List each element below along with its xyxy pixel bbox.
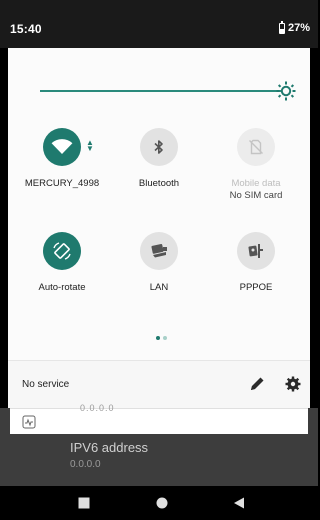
back-button[interactable] [232,496,246,510]
background-card: 0.0.0.0 [10,403,308,434]
status-bar: 15:40 27% [0,0,318,48]
tile-pppoe[interactable]: PPPOE [208,232,304,293]
lan-icon [151,244,167,258]
tile-pppoe-label: PPPOE [239,282,273,293]
tile-auto-rotate-label: Auto-rotate [38,282,86,293]
gear-icon [285,376,301,392]
auto-rotate-icon [53,242,71,260]
battery-percent: 27% [287,22,310,34]
ipv6-label: IPV6 address [70,440,149,455]
wifi-activity-arrows: ▲ ▼ [86,138,94,153]
no-sim-icon [249,139,263,155]
tile-mobile-data-sublabel: No SIM card [229,190,283,201]
tile-bluetooth-label: Bluetooth [138,178,180,189]
brightness-slider[interactable] [40,90,284,92]
recents-button[interactable] [77,496,91,510]
brightness-icon[interactable] [276,81,296,101]
status-right: 27% [278,20,310,34]
tile-mobile-data-label: Mobile data [231,178,281,189]
tile-mobile-data[interactable]: Mobile data No SIM card [208,128,304,201]
pencil-icon [251,377,264,390]
triangle-back-icon [234,497,244,509]
quick-settings-panel: ▲ ▼ MERCURY_4998 Bluetooth Mobile data No… [8,48,310,408]
quick-settings-main: ▲ ▼ MERCURY_4998 Bluetooth Mobile data No… [8,48,310,360]
auto-rotate-toggle[interactable] [43,232,81,270]
ghost-value: 0.0.0.0 [80,403,115,413]
wifi-icon [51,139,73,154]
background-app: 0.0.0.0 IPV6 address 0.0.0.0 [0,403,318,486]
pppoe-icon [248,244,263,258]
page-indicator [156,336,167,340]
lan-toggle[interactable] [140,232,178,270]
page-dot-active [156,336,160,340]
page-dot[interactable] [163,336,167,340]
settings-button[interactable] [284,375,302,393]
wifi-toggle[interactable] [43,128,81,166]
pppoe-toggle[interactable] [237,232,275,270]
edit-button[interactable] [248,375,266,393]
tile-wifi[interactable]: ▲ ▼ MERCURY_4998 [14,128,110,189]
carrier-text: No service [22,379,70,390]
bluetooth-toggle[interactable] [140,128,178,166]
quick-settings-footer: No service [8,360,310,408]
tile-lan[interactable]: LAN [111,232,207,293]
ipv6-value: 0.0.0.0 [70,459,101,470]
mobile-data-toggle[interactable] [237,128,275,166]
navigation-bar [0,486,318,520]
battery-icon [278,20,285,34]
circle-icon [156,497,168,509]
bluetooth-icon [154,140,163,154]
status-time: 15:40 [10,22,42,36]
tile-lan-label: LAN [149,282,169,293]
tile-bluetooth[interactable]: Bluetooth [111,128,207,189]
activity-icon [22,415,36,429]
tile-auto-rotate[interactable]: Auto-rotate [14,232,110,293]
tile-wifi-label: MERCURY_4998 [24,178,100,189]
home-button[interactable] [155,496,169,510]
square-icon [78,497,90,509]
